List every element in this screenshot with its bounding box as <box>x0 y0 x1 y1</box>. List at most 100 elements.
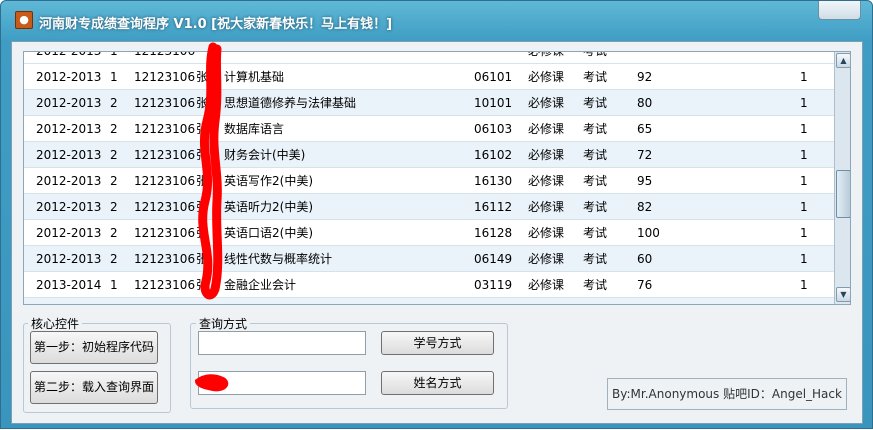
cell-score: 60 <box>637 252 653 266</box>
search-by-id-button[interactable]: 学号方式 <box>381 331 494 355</box>
vertical-scrollbar[interactable]: ▲ ▼ <box>834 52 850 304</box>
cell-course-code: 10101 <box>474 96 513 110</box>
cell-student-id: 12123106 <box>134 96 196 110</box>
cell-student-id: 12123106 <box>134 252 196 266</box>
cell-exam-type: 考试 <box>583 52 607 64</box>
cell-course-type: 必修课 <box>528 52 564 64</box>
cell-score: 65 <box>637 122 653 136</box>
cell-year: 2012-2013 <box>36 148 102 162</box>
scroll-up-icon[interactable]: ▲ <box>836 53 850 68</box>
table-row[interactable]: 2012-2013 2 12123106 张 英语口语2(中美) 16128 必修课 考试 10… <box>24 220 834 246</box>
cell-course-code: 06149 <box>474 252 513 266</box>
cell-exam-type: 考试 <box>583 298 607 304</box>
cell-exam-type: 考试 <box>583 226 608 240</box>
cell-course-type: 必修课 <box>528 200 565 214</box>
cell-exam-type: 考试 <box>583 96 608 110</box>
cell-credit: 1 <box>800 200 808 214</box>
title-bar[interactable]: ● 河南财专成绩查询程序 V1.0 [祝大家新春快乐！马上有钱！] <box>1 1 872 41</box>
cell-course-code: 06103 <box>474 122 513 136</box>
cell-semester: 1 <box>110 278 118 292</box>
cell-course-name: 数据库语言 <box>224 122 285 136</box>
cell-year: 2012-2013 <box>36 122 102 136</box>
cell-student-id: 12123106 <box>134 174 196 188</box>
cell-score: 82 <box>637 200 653 214</box>
cell-name: 张 <box>196 96 209 110</box>
cell-score: 72 <box>637 148 653 162</box>
cell-credit: 1 <box>800 174 808 188</box>
cell-course-type: 必修课 <box>528 122 565 136</box>
cell-course-type: 必修课 <box>528 226 565 240</box>
cell-score: 95 <box>637 174 653 188</box>
cell-year: 2012-2013 <box>36 200 102 214</box>
cell-year: 2012-2013 <box>36 252 102 266</box>
student-id-input[interactable] <box>198 331 366 355</box>
cell-exam-type: 考试 <box>583 278 608 292</box>
cell-course-name: 英语写作2(中美) <box>224 174 313 188</box>
cell-student-id: 12123106 <box>134 122 196 136</box>
cell-semester: 2 <box>110 148 118 162</box>
cell-name: 张 <box>196 278 209 292</box>
cell-course-type: 必修课 <box>528 148 565 162</box>
cell-course-name: 英语听力2(中美) <box>224 200 313 214</box>
cell-name: 张 <box>196 252 209 266</box>
table-row[interactable]: 2012-2013 1 12123106 必修课 考试 <box>24 52 834 64</box>
table-row[interactable]: 2012-2013 2 12123106 张 英语写作2(中美) 16130 必修课 考试 95… <box>24 168 834 194</box>
table-row[interactable]: 2012-2013 1 12123106 张 计算机基础 06101 必修课 考试 92 1 <box>24 64 834 90</box>
cell-semester: 2 <box>110 96 118 110</box>
cell-course-type: 必修课 <box>528 278 565 292</box>
cell-course-code: 16128 <box>474 226 513 240</box>
cell-exam-type: 考试 <box>583 174 608 188</box>
cell-semester: 1 <box>110 52 118 64</box>
cell-name: 张 <box>196 70 209 84</box>
cell-course-type: 必修课 <box>528 96 565 110</box>
cell-year: 2013-2014 <box>36 278 102 292</box>
cell-course-name: 财务会计(中美) <box>224 148 306 162</box>
cell-course-name: 思想道德修养与法律基础 <box>224 96 357 110</box>
cell-student-id: 12123106 <box>134 148 196 162</box>
cell-credit: 1 <box>800 122 808 136</box>
table-row[interactable]: 2013-2014 1 12123106 张 金融企业会计 03119 必修课 考试 76 1 <box>24 272 834 298</box>
cell-credit: 1 <box>800 278 808 292</box>
cell-course-code: 16102 <box>474 148 513 162</box>
author-credit: By:Mr.Anonymous 贴吧ID：Angel_Hack <box>607 378 847 410</box>
scroll-thumb[interactable] <box>836 170 850 218</box>
table-row[interactable]: 2012-2013 2 12123106 张 数据库语言 06103 必修课 考试 65 1 <box>24 116 834 142</box>
scroll-down-icon[interactable]: ▼ <box>836 287 850 302</box>
table-row[interactable]: 2012-2013 2 12123106 张 线性代数与概率统计 06149 必修课 考试 60… <box>24 246 834 272</box>
cell-semester: 2 <box>110 252 118 266</box>
table-row[interactable]: 2012-2013 2 12123106 张 思想道德修养与法律基础 10101 必修课 考试… <box>24 90 834 116</box>
grades-table[interactable]: 2012-2013 1 12123106 必修课 考试 2012-2013112… <box>23 51 851 305</box>
table-row[interactable]: 2012-2013 2 12123106 张 英语听力2(中美) 16112 必修课 考试 82… <box>24 194 834 220</box>
cell-course-name: 线性代数与概率统计 <box>224 252 333 266</box>
cell-credit: 1 <box>800 252 808 266</box>
app-icon: ● <box>15 11 33 29</box>
cell-year: 2012-2013 <box>36 96 102 110</box>
name-input[interactable]: 张 <box>198 371 366 395</box>
cell-semester: 1 <box>110 70 118 84</box>
cell-score: 100 <box>637 226 660 240</box>
cell-course-name: 计算机基础 <box>224 70 285 84</box>
cell-year: 2012-2013 <box>36 52 101 64</box>
cell-exam-type: 考试 <box>583 122 608 136</box>
table-row[interactable]: 2012-2013 2 12123106 张 财务会计(中美) 16102 必修课 考试 72 1 <box>24 142 834 168</box>
cell-course-code: 06101 <box>474 70 513 84</box>
cell-year: 2012-2013 <box>36 174 102 188</box>
query-method-label: 查询方式 <box>196 315 251 332</box>
cell-exam-type: 考试 <box>583 252 608 266</box>
core-controls-label: 核心控件 <box>28 315 83 332</box>
cell-student-id: 12123106 <box>134 278 196 292</box>
load-query-ui-button[interactable]: 第二步：载入查询界面 <box>30 371 158 404</box>
close-button[interactable] <box>818 1 861 20</box>
cell-semester: 2 <box>110 200 118 214</box>
cell-course-type: 必修课 <box>528 70 565 84</box>
cell-course-code: 16112 <box>474 200 513 214</box>
cell-year: 2012-2013 <box>36 70 102 84</box>
init-program-button[interactable]: 第一步：初始程序代码 <box>30 331 158 364</box>
cell-credit: 1 <box>800 70 808 84</box>
cell-course-code: 16130 <box>474 174 513 188</box>
search-by-name-button[interactable]: 姓名方式 <box>381 371 494 395</box>
cell-name: 张 <box>196 148 209 162</box>
cell-name: 张 <box>196 122 209 136</box>
table-row[interactable]: 必修课 考试 <box>24 298 834 304</box>
cell-course-name: 金融企业会计 <box>224 278 297 292</box>
